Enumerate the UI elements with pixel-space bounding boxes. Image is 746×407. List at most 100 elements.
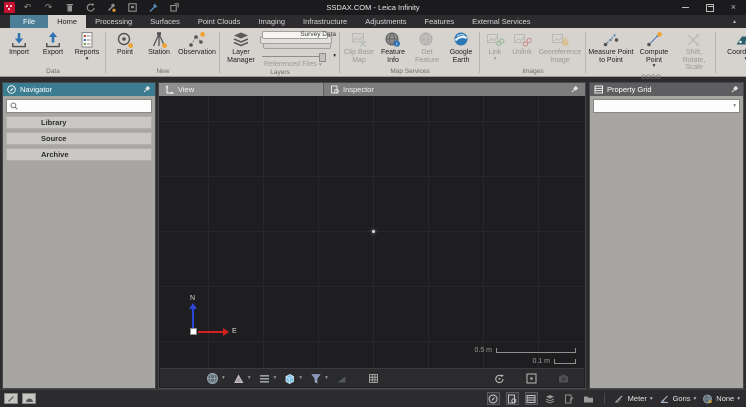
dropdown-caret-icon[interactable] <box>248 376 251 380</box>
grid-toggle-button[interactable] <box>367 372 380 385</box>
reset-orbit-button[interactable] <box>493 372 506 385</box>
sync-icon[interactable] <box>85 2 96 13</box>
new-observation-button[interactable]: Observation <box>176 29 218 58</box>
tab-features[interactable]: Features <box>416 15 464 28</box>
tab-surfaces[interactable]: Surfaces <box>141 15 189 28</box>
ribbon-group-map-services: Clip Base Map i Feature Info Get Feature… <box>340 28 480 76</box>
measure-tool-button[interactable] <box>335 372 348 385</box>
feature-info-icon: i <box>383 30 403 49</box>
export-button[interactable]: Export <box>36 29 70 58</box>
property-selector-dropdown[interactable] <box>593 99 740 113</box>
group-label-cogo: COGO <box>588 73 714 82</box>
home-toggle-button[interactable] <box>22 393 36 404</box>
length-unit-selector[interactable]: Meter <box>614 394 653 404</box>
dropdown-caret-icon[interactable] <box>333 54 336 58</box>
dropdown-caret-icon[interactable] <box>274 376 277 380</box>
google-earth-button[interactable]: Google Earth <box>444 29 478 65</box>
dropdown-caret-icon[interactable] <box>222 376 225 380</box>
leica-app-icon[interactable] <box>4 2 15 13</box>
tab-imaging[interactable]: Imaging <box>249 15 294 28</box>
get-feature-button[interactable]: Get Feature <box>410 29 444 65</box>
new-point-button[interactable]: Point <box>108 29 142 58</box>
import-button[interactable]: Import <box>2 29 36 58</box>
layer-preview-cards: Survey Data <box>260 30 338 52</box>
axes-icon <box>165 85 174 94</box>
dropdown-caret-icon[interactable] <box>299 376 302 380</box>
layer-manager-button[interactable]: Layer Manager <box>222 29 260 65</box>
solid-view-button[interactable] <box>283 372 302 385</box>
pin-panel-icon[interactable] <box>570 85 579 94</box>
tools-icon[interactable] <box>106 2 117 13</box>
pin-panel-icon[interactable] <box>142 85 151 94</box>
snap-mode-button[interactable] <box>232 372 251 385</box>
restore-icon[interactable] <box>706 4 714 12</box>
navigator-search-input[interactable] <box>6 99 152 113</box>
edit-toggle-button[interactable] <box>4 393 18 404</box>
navigator-title: Navigator <box>20 85 52 94</box>
pin-panel-icon[interactable] <box>730 85 739 94</box>
unlink-image-icon <box>512 30 532 49</box>
tab-file[interactable]: File <box>10 15 48 28</box>
dropdown-caret-icon[interactable] <box>325 376 328 380</box>
display-layers-button[interactable] <box>258 372 277 385</box>
clip-base-map-button[interactable]: Clip Base Map <box>342 29 376 65</box>
tab-external-services[interactable]: External Services <box>463 15 539 28</box>
report-toggle-icon[interactable] <box>563 392 576 405</box>
dropdown-caret-icon <box>650 397 653 401</box>
pin-icon[interactable] <box>148 2 159 13</box>
coordinates-button[interactable]: Coordinates <box>718 29 746 62</box>
collapse-ribbon-icon[interactable] <box>733 15 746 28</box>
property-grid-toggle-icon[interactable] <box>525 392 538 405</box>
layer-preview-widget[interactable]: Survey Data Referenced Files <box>260 29 338 68</box>
send-to-window-icon[interactable] <box>169 2 180 13</box>
tab-inspector[interactable]: Inspector <box>324 83 585 96</box>
archive-box-icon[interactable] <box>127 2 138 13</box>
navigator-toggle-icon[interactable] <box>487 392 500 405</box>
close-icon[interactable]: × <box>731 3 736 12</box>
shift-rotate-scale-button[interactable]: Shift, Rotate, Scale <box>674 29 714 73</box>
dropdown-caret-icon <box>86 57 89 61</box>
ribbon: Import Export Reports Data Point Station <box>0 28 746 77</box>
layers-toggle-icon[interactable] <box>544 392 557 405</box>
tab-point-clouds[interactable]: Point Clouds <box>189 15 250 28</box>
zoom-extents-button[interactable] <box>525 372 538 385</box>
tab-view[interactable]: View <box>159 83 324 96</box>
delete-icon[interactable] <box>64 2 75 13</box>
layer-preview-slider[interactable] <box>260 53 338 60</box>
snapshot-button[interactable] <box>557 372 570 385</box>
coordinate-system-selector[interactable]: None <box>702 394 740 404</box>
length-unit-icon <box>614 394 625 404</box>
navigator-section-source[interactable]: Source <box>6 132 152 145</box>
redo-icon[interactable]: ↷ <box>43 2 54 13</box>
navigator-section-archive[interactable]: Archive <box>6 148 152 161</box>
graphical-view-canvas[interactable]: N E 0.5 m 0.1 m <box>160 96 584 368</box>
view-panel: View Inspector N E 0.5 m 0.1 m <box>158 82 586 389</box>
navigator-section-library[interactable]: Library <box>6 116 152 129</box>
minimize-icon[interactable] <box>682 7 689 8</box>
measure-point-to-point-button[interactable]: Measure Point to Point <box>588 29 634 65</box>
filter-button[interactable] <box>309 372 328 385</box>
tab-home[interactable]: Home <box>48 15 86 28</box>
angle-unit-selector[interactable]: Gons <box>659 394 697 404</box>
view-tab-bar: View Inspector <box>159 83 585 96</box>
reports-button[interactable]: Reports <box>70 29 104 62</box>
referenced-files-button[interactable]: Referenced Files <box>260 61 338 68</box>
project-folder-icon[interactable] <box>582 392 595 405</box>
tab-infrastructure[interactable]: Infrastructure <box>294 15 356 28</box>
navigator-compass-icon <box>7 85 16 94</box>
undo-icon[interactable]: ↶ <box>22 2 33 13</box>
globe-mode-button[interactable] <box>206 372 225 385</box>
compute-point-button[interactable]: Compute Point <box>634 29 674 69</box>
tab-processing[interactable]: Processing <box>86 15 141 28</box>
survey-point-marker[interactable] <box>372 230 375 233</box>
link-image-button[interactable]: Link <box>482 29 508 62</box>
tab-adjustments[interactable]: Adjustments <box>356 15 415 28</box>
unlink-image-button[interactable]: Unlink <box>508 29 536 58</box>
inspector-toggle-icon[interactable] <box>506 392 519 405</box>
dropdown-caret-icon <box>694 397 697 401</box>
navigator-header: Navigator <box>3 83 155 96</box>
georeference-image-button[interactable]: Georeference Image <box>536 29 584 65</box>
slider-handle[interactable] <box>319 53 326 62</box>
new-station-button[interactable]: Station <box>142 29 176 58</box>
feature-info-button[interactable]: i Feature Info <box>376 29 410 65</box>
